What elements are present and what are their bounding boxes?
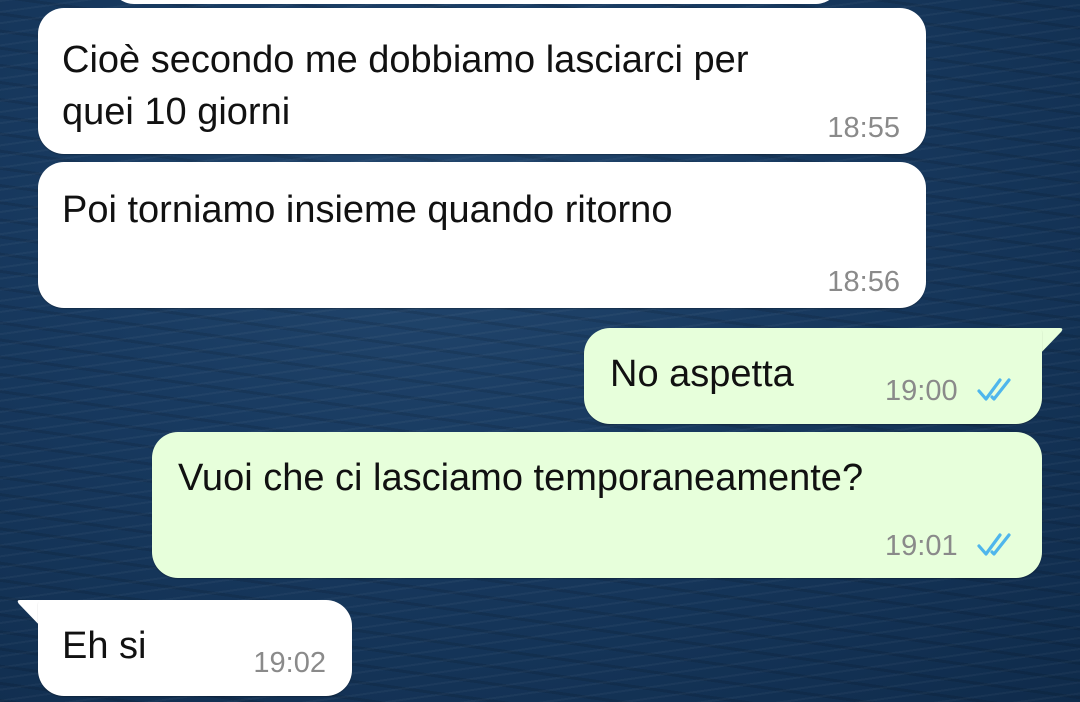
message-time: 18:56 (827, 266, 900, 298)
message-bubble-incoming[interactable]: Poi torniamo insieme quando ritorno 18:5… (38, 162, 926, 308)
message-bubble-outgoing[interactable]: No aspetta 19:00 (584, 328, 1042, 424)
message-text: Cioè secondo me dobbiamo lasciarci per q… (62, 39, 749, 133)
message-time: 19:00 (885, 375, 958, 407)
message-bubble-incoming[interactable]: Eh si 19:02 (38, 600, 352, 696)
message-time: 18:55 (827, 112, 900, 144)
message-time: 19:02 (253, 647, 326, 679)
previous-message-bubble[interactable] (110, 0, 840, 4)
message-time: 19:01 (885, 530, 958, 562)
message-text: Vuoi che ci lasciamo temporaneamente? (178, 457, 864, 499)
message-text: No aspetta (610, 353, 794, 395)
chat-area[interactable]: Cioè secondo me dobbiamo lasciarci per q… (0, 0, 1080, 702)
message-text: Eh si (62, 625, 147, 667)
message-bubble-incoming[interactable]: Cioè secondo me dobbiamo lasciarci per q… (38, 8, 926, 154)
message-bubble-outgoing[interactable]: Vuoi che ci lasciamo temporaneamente? 19… (152, 432, 1042, 578)
message-text: Poi torniamo insieme quando ritorno (62, 189, 673, 231)
double-check-icon (977, 378, 1011, 401)
double-check-icon (977, 533, 1011, 556)
